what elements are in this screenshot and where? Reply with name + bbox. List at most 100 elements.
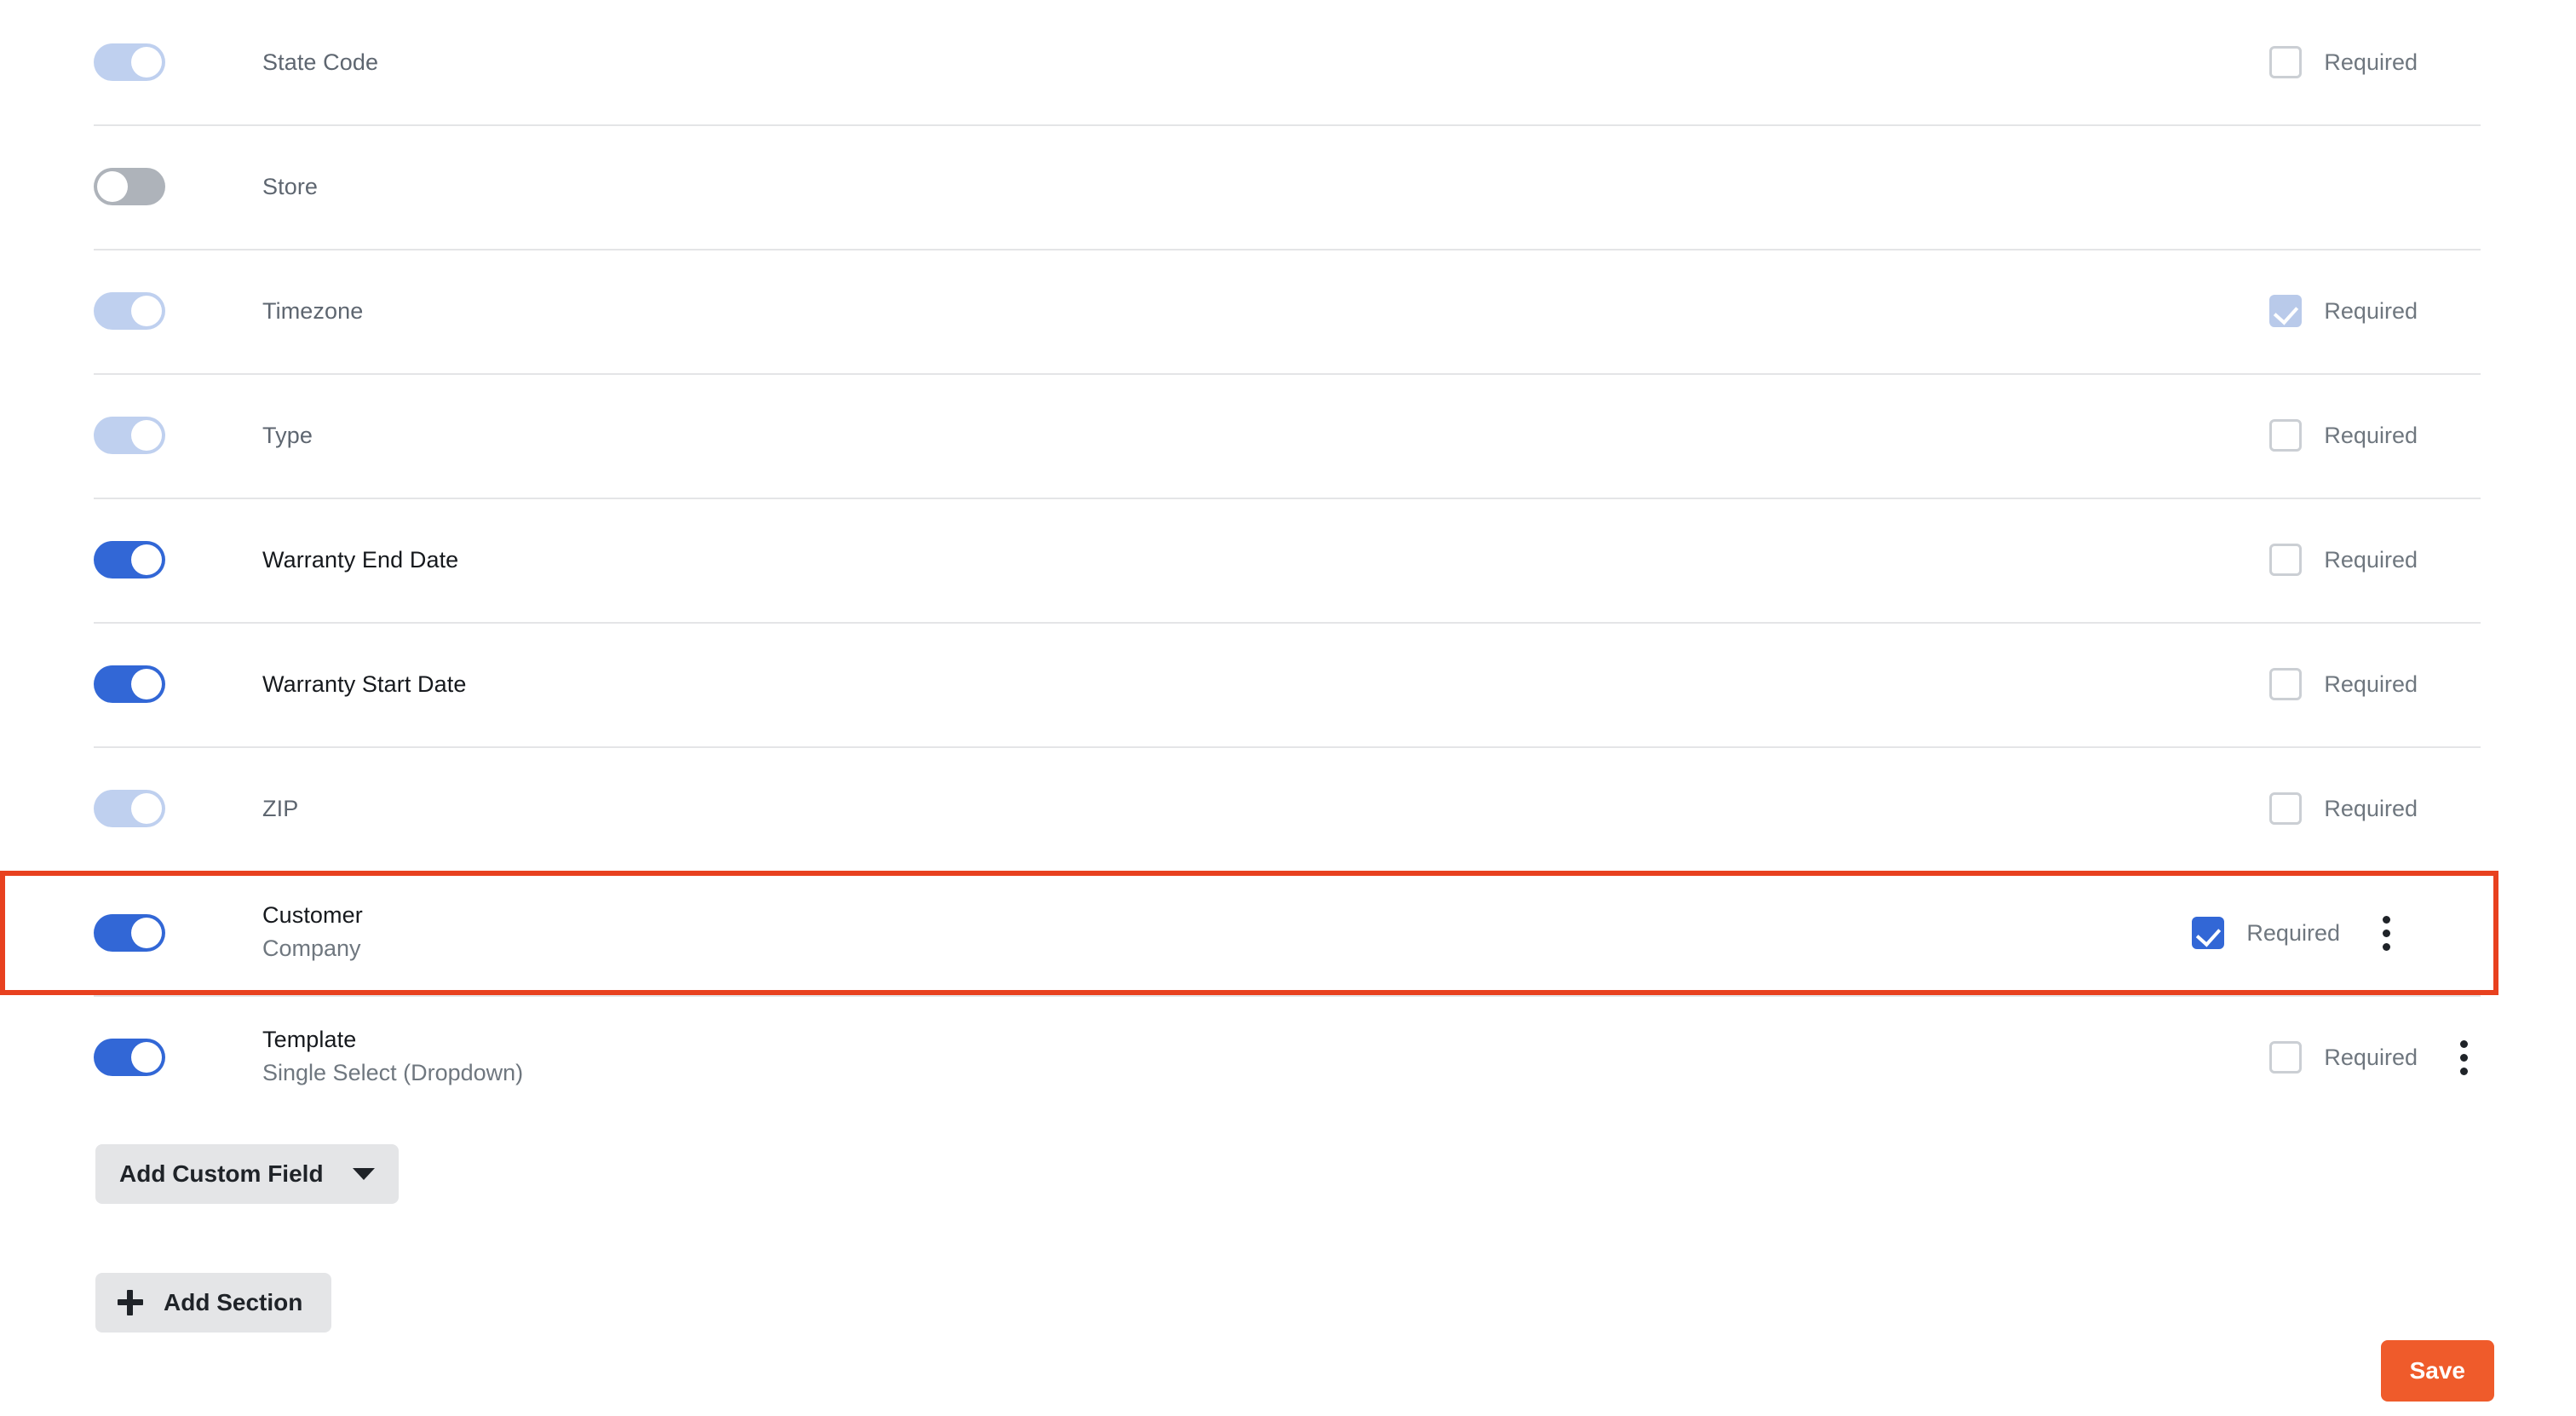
- field-label-block: ZIP: [262, 795, 2269, 823]
- kebab-dot: [2460, 681, 2468, 688]
- field-row: ZIP Required: [0, 746, 2576, 871]
- toggle-knob: [131, 1042, 162, 1073]
- kebab-dot: [2382, 942, 2390, 951]
- add-section-button[interactable]: Add Section: [95, 1273, 332, 1333]
- plus-icon: [118, 1290, 143, 1315]
- row-menu-placeholder: [2447, 667, 2481, 702]
- field-enable-toggle[interactable]: [94, 541, 165, 578]
- required-checkbox[interactable]: [2269, 46, 2303, 78]
- toggle-knob: [131, 420, 162, 451]
- field-row: Timezone Required: [0, 249, 2576, 373]
- kebab-dot: [2460, 556, 2468, 564]
- kebab-dot: [2460, 667, 2468, 675]
- required-checkbox[interactable]: [2269, 1041, 2303, 1074]
- kebab-dot: [2460, 59, 2468, 66]
- field-name: Type: [262, 422, 313, 448]
- kebab-dot: [2459, 1039, 2468, 1048]
- field-enable-toggle[interactable]: [94, 292, 165, 330]
- field-name: Template: [262, 1027, 357, 1053]
- toggle-knob: [131, 793, 162, 824]
- required-checkbox[interactable]: [2269, 419, 2303, 452]
- field-list: State Code Required Store Timezone Required T…: [0, 0, 2576, 1120]
- field-label-block: Timezone: [262, 297, 2269, 325]
- row-menu-placeholder: [2447, 791, 2481, 826]
- required-label: Required: [2324, 49, 2418, 75]
- field-enable-toggle[interactable]: [94, 790, 165, 827]
- field-enable-toggle[interactable]: [94, 417, 165, 454]
- add-custom-field-button[interactable]: Add Custom Field: [95, 1144, 399, 1204]
- field-row: Customer Company Required: [0, 871, 2498, 995]
- field-name: State Code: [262, 49, 379, 75]
- add-custom-field-area: Add Custom Field: [95, 1144, 399, 1204]
- kebab-dot: [2460, 446, 2468, 453]
- field-label-block: Template Single Select (Dropdown): [262, 1026, 2269, 1088]
- row-menu-placeholder: [2447, 45, 2481, 80]
- row-menu-icon[interactable]: [2369, 915, 2403, 951]
- field-enable-toggle[interactable]: [94, 665, 165, 703]
- kebab-dot: [2460, 321, 2468, 329]
- field-label-block: Customer Company: [262, 901, 2192, 964]
- row-menu-placeholder: [2447, 418, 2481, 453]
- kebab-dot: [2460, 308, 2468, 315]
- field-configuration-page: State Code Required Store Timezone Required T…: [0, 0, 2576, 1416]
- add-custom-field-label: Add Custom Field: [119, 1160, 324, 1187]
- required-label: Required: [2324, 671, 2418, 697]
- field-row-controls: Required: [2269, 294, 2481, 329]
- field-enable-toggle[interactable]: [94, 43, 165, 81]
- row-menu-placeholder: [2447, 170, 2481, 204]
- kebab-dot: [2460, 45, 2468, 53]
- field-row: Warranty End Date Required: [0, 498, 2576, 622]
- kebab-dot: [2460, 432, 2468, 440]
- field-row-controls: Required: [2269, 791, 2481, 826]
- required-checkbox[interactable]: [2192, 917, 2225, 949]
- required-checkbox[interactable]: [2269, 668, 2303, 700]
- field-name: ZIP: [262, 795, 299, 821]
- required-label: Required: [2324, 297, 2418, 324]
- kebab-dot: [2459, 1067, 2468, 1075]
- kebab-dot: [2460, 791, 2468, 799]
- kebab-dot: [2460, 694, 2468, 702]
- kebab-dot: [2459, 1053, 2468, 1062]
- kebab-dot: [2460, 72, 2468, 80]
- row-menu-placeholder: [2447, 543, 2481, 578]
- kebab-dot: [2460, 805, 2468, 813]
- required-label: Required: [2324, 422, 2418, 448]
- field-row-controls: Required: [2269, 418, 2481, 453]
- field-type-subtitle: Single Select (Dropdown): [262, 1060, 524, 1086]
- field-label-block: Type: [262, 422, 2269, 450]
- required-label: Required: [2324, 546, 2418, 573]
- field-label-block: Store: [262, 173, 2418, 201]
- required-checkbox[interactable]: [2269, 544, 2303, 576]
- toggle-knob: [131, 296, 162, 326]
- row-menu-icon[interactable]: [2447, 1039, 2481, 1075]
- field-enable-toggle[interactable]: [94, 168, 165, 205]
- field-row: Store: [0, 124, 2576, 249]
- kebab-dot: [2382, 915, 2390, 924]
- field-label-block: Warranty End Date: [262, 546, 2269, 574]
- field-type-subtitle: Company: [262, 935, 361, 962]
- field-row-controls: Required: [2269, 543, 2481, 578]
- field-label-block: State Code: [262, 49, 2269, 77]
- field-label-block: Warranty Start Date: [262, 671, 2269, 699]
- field-name: Store: [262, 173, 319, 199]
- kebab-dot: [2382, 929, 2390, 937]
- required-checkbox[interactable]: [2269, 792, 2303, 825]
- kebab-dot: [2460, 570, 2468, 578]
- toggle-knob: [131, 47, 162, 78]
- chevron-down-icon: [352, 1168, 375, 1180]
- field-row: Type Required: [0, 373, 2576, 498]
- field-name: Warranty Start Date: [262, 671, 467, 697]
- field-enable-toggle[interactable]: [94, 914, 165, 952]
- toggle-knob: [131, 669, 162, 699]
- field-name: Warranty End Date: [262, 546, 459, 573]
- required-checkbox[interactable]: [2269, 295, 2303, 327]
- add-section-label: Add Section: [164, 1289, 303, 1315]
- kebab-dot: [2460, 183, 2468, 191]
- field-enable-toggle[interactable]: [94, 1039, 165, 1076]
- field-row: Template Single Select (Dropdown) Required: [0, 995, 2576, 1120]
- field-row-controls: Required: [2269, 667, 2481, 702]
- save-button[interactable]: Save: [2380, 1340, 2494, 1402]
- field-row: State Code Required: [0, 0, 2576, 124]
- field-row-controls: Required: [2269, 45, 2481, 80]
- toggle-knob: [131, 544, 162, 575]
